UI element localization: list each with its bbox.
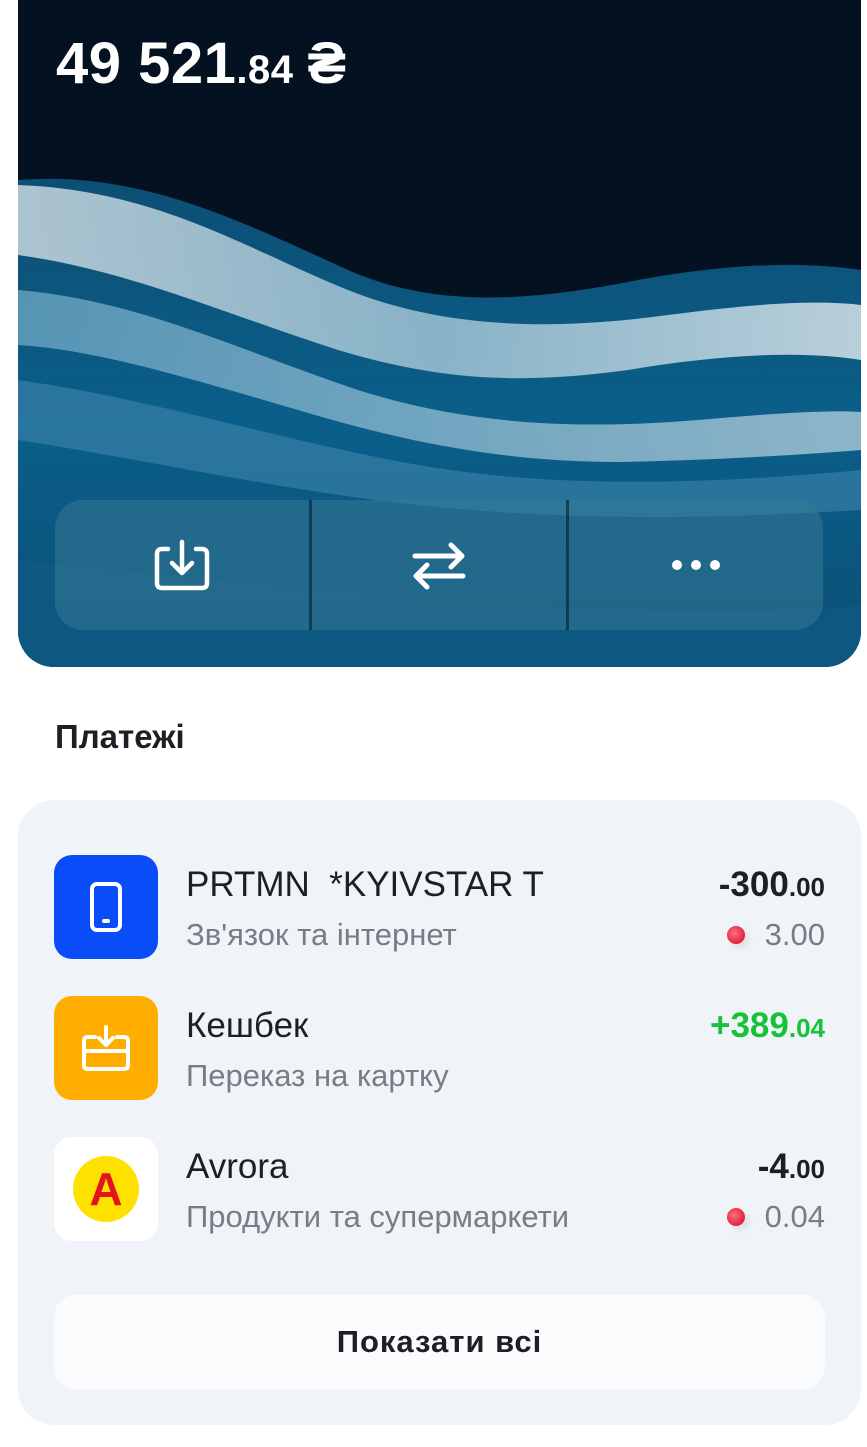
balance-cents: .84 <box>236 48 294 92</box>
payment-cashback: 3.00 <box>726 917 825 953</box>
payment-amount-main: -4 <box>757 1147 789 1186</box>
payment-row[interactable]: Кешбек Переказ на картку +389.04 <box>54 996 825 1100</box>
cashback-icon <box>82 1025 130 1071</box>
payment-logo <box>54 996 158 1100</box>
payment-amount-cents: .00 <box>788 872 825 902</box>
payment-amount: -4.00 <box>758 1147 825 1187</box>
payment-amount: +389.04 <box>710 1006 825 1046</box>
payment-cashback: 0.04 <box>726 1199 825 1235</box>
top-up-icon <box>154 539 210 591</box>
card-banner[interactable]: 49 521.84 ₴ <box>18 0 861 667</box>
payment-category: Переказ на картку <box>186 1058 449 1093</box>
top-up-button[interactable] <box>55 500 309 630</box>
avrora-logo-icon: A <box>73 1156 139 1222</box>
card-actions-bar <box>55 500 823 630</box>
payment-title: Кешбек <box>186 1006 309 1045</box>
payment-row[interactable]: PRTMN *KYIVSTAR T Зв'язок та інтернет -3… <box>54 855 825 959</box>
payment-logo <box>54 855 158 959</box>
phone-icon <box>90 882 122 932</box>
payment-cashback-value: 0.04 <box>764 1199 825 1234</box>
cashback-dot-icon <box>726 926 745 944</box>
payment-cashback-value: 3.00 <box>764 917 825 952</box>
more-icon <box>672 560 720 570</box>
show-all-button[interactable]: Показати всі <box>54 1295 825 1389</box>
payment-category: Продукти та супермаркети <box>186 1199 570 1234</box>
payment-amount-cents: .00 <box>788 1154 825 1184</box>
avrora-logo-letter: A <box>89 1163 122 1215</box>
payment-logo: A <box>54 1137 158 1241</box>
payment-category: Зв'язок та інтернет <box>186 917 457 952</box>
transfer-button[interactable] <box>312 500 566 630</box>
transfer-icon <box>412 542 466 590</box>
payments-panel: PRTMN *KYIVSTAR T Зв'язок та інтернет -3… <box>18 800 861 1425</box>
payment-amount: -300.00 <box>719 865 825 905</box>
payment-amount-main: +389 <box>710 1006 789 1045</box>
more-button[interactable] <box>569 500 823 630</box>
payment-amount-cents: .04 <box>788 1013 825 1043</box>
cashback-dot-icon <box>726 1208 745 1226</box>
balance-whole: 49 521 <box>56 31 237 96</box>
balance-currency: ₴ <box>307 31 347 96</box>
payment-row[interactable]: A Avrora Продукти та супермаркети -4.00 … <box>54 1137 825 1241</box>
card-balance: 49 521.84 ₴ <box>56 30 347 97</box>
payment-title: Avrora <box>186 1147 289 1186</box>
payments-section-title: Платежі <box>55 718 185 755</box>
payment-title: PRTMN *KYIVSTAR T <box>186 865 544 904</box>
payment-amount-main: -300 <box>718 865 789 904</box>
